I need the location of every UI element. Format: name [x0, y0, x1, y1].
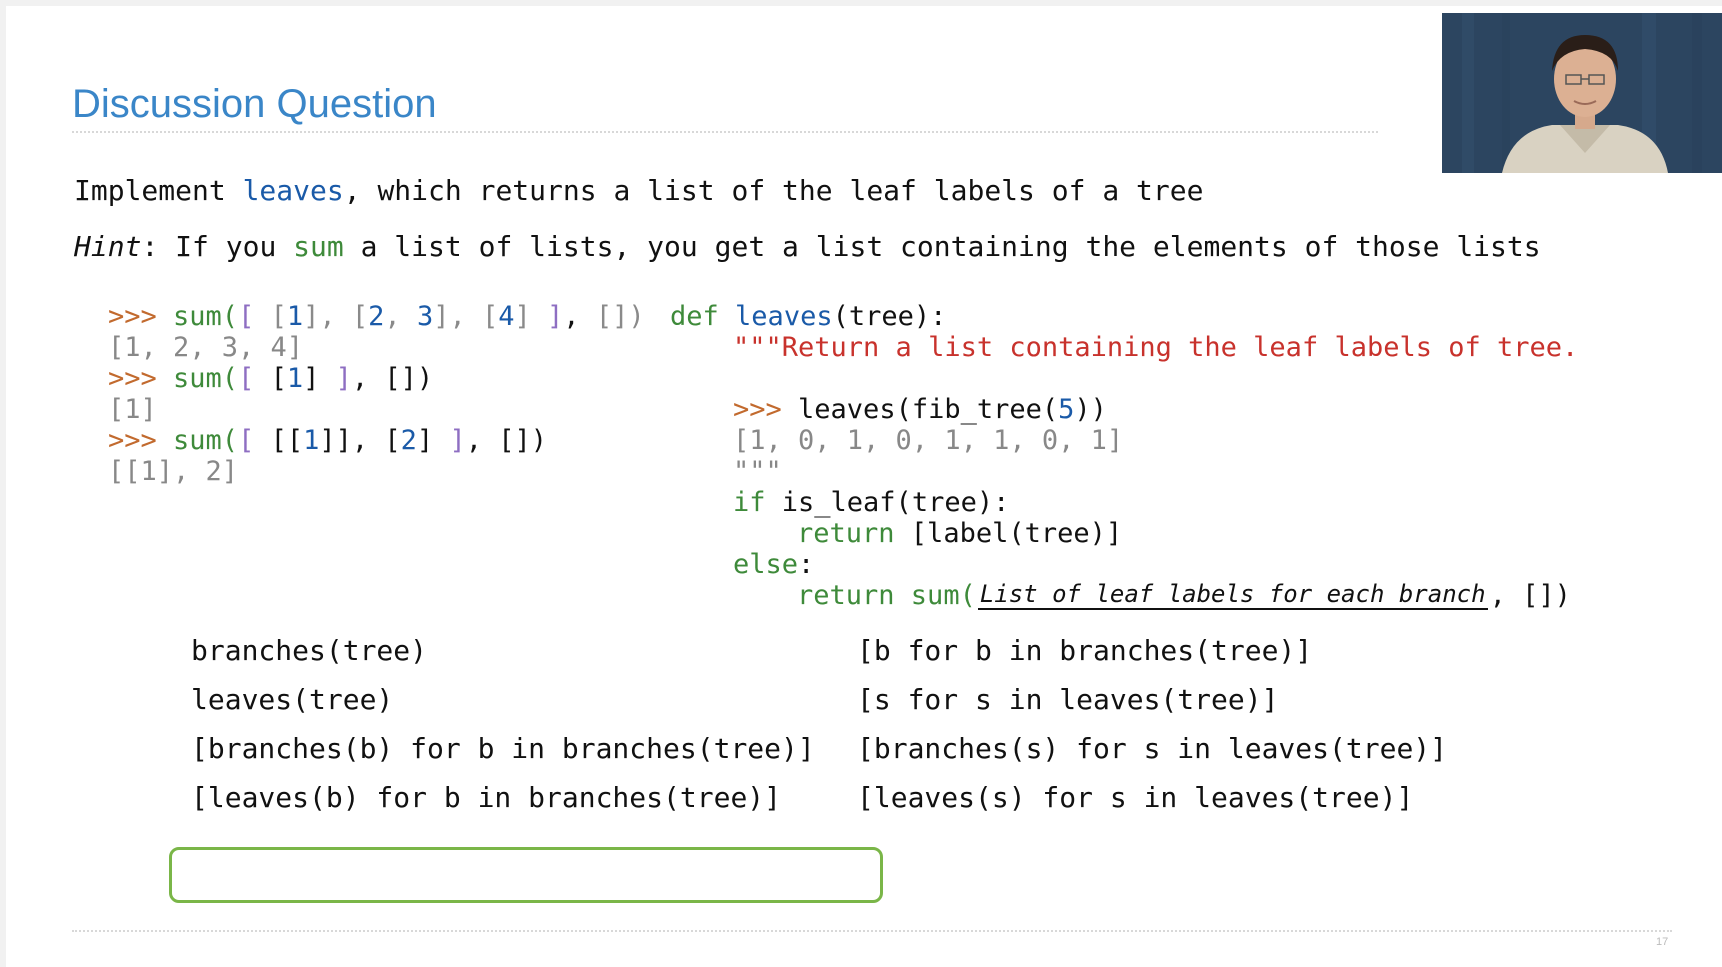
empty-list: []: [498, 425, 531, 456]
function-params: (tree):: [832, 301, 947, 332]
doctest-call-post: )): [1074, 394, 1107, 425]
example-output-2: [1]: [108, 394, 157, 425]
example-call-1: >>> sum([ [1], [2, 3], [4] ], []): [108, 301, 645, 332]
hint-label: Hint: [74, 230, 142, 263]
choice-left-1: branches(tree): [191, 634, 428, 667]
bracket: ]: [416, 425, 450, 456]
sum-call: sum(: [156, 425, 239, 456]
bracket: ],: [303, 301, 352, 332]
empty-list: []: [595, 301, 629, 332]
bracket: ]],: [319, 425, 385, 456]
bracket: ]: [514, 301, 548, 332]
else-keyword: else: [733, 549, 799, 580]
if-condition: is_leaf(tree):: [765, 487, 1010, 518]
return-tail: , []): [1489, 580, 1571, 611]
bracket: [: [351, 301, 369, 332]
webcam-video: [1442, 13, 1722, 173]
sum-call: sum(: [894, 580, 976, 611]
bracket: [: [481, 301, 499, 332]
function-signature: def leaves(tree):: [670, 301, 946, 332]
choice-left-3: [branches(b) for b in branches(tree)]: [191, 732, 815, 765]
separator: ,: [563, 301, 596, 332]
task-text-post: , which returns a list of the leaf label…: [343, 174, 1204, 207]
return-sum: return sum(List of leaf labels for each …: [797, 580, 1571, 611]
page-number: 17: [1656, 936, 1669, 948]
number: 3: [416, 301, 434, 332]
docstring-close: """: [733, 456, 782, 487]
repl-prompt: >>>: [108, 301, 157, 332]
hint-text-post: a list of lists, you get a list containi…: [343, 230, 1541, 263]
number: 1: [303, 425, 320, 456]
hint-text-pre: : If you: [141, 230, 294, 263]
doctest-call-pre: leaves(fib_tree(: [781, 394, 1059, 425]
title-divider: [72, 131, 1378, 133]
number: 2: [368, 301, 385, 332]
repl-prompt: >>>: [108, 363, 157, 394]
number: 1: [286, 301, 304, 332]
bracket: ]: [303, 363, 336, 394]
number: 5: [1058, 394, 1075, 425]
choice-right-1: [b for b in branches(tree)]: [857, 634, 1313, 667]
example-output-3: [[1], 2]: [108, 456, 239, 487]
example-output-1: [1, 2, 3, 4]: [108, 332, 304, 363]
docstring-first-line: """Return a list containing the leaf lab…: [733, 332, 1579, 363]
slide-title: Discussion Question: [72, 82, 437, 126]
bracket: ]: [547, 301, 564, 332]
sum-call: sum(: [156, 301, 239, 332]
paren: ): [628, 301, 645, 332]
bracket: [[: [270, 425, 304, 456]
footer-divider: [72, 930, 1672, 932]
task-function-name: leaves: [242, 174, 344, 207]
bracket: ],: [433, 301, 482, 332]
bracket: [: [238, 301, 271, 332]
def-keyword: def: [670, 301, 719, 332]
choice-left-2: leaves(tree): [191, 683, 394, 716]
empty-list: []: [384, 363, 417, 394]
doctest-call: >>> leaves(fib_tree(5)): [733, 394, 1107, 425]
fill-in-blank: List of leaf labels for each branch: [977, 580, 1488, 610]
else-statement: else:: [733, 549, 814, 580]
separator: ,: [465, 425, 499, 456]
separator: ,: [351, 363, 385, 394]
choice-left-4: [leaves(b) for b in branches(tree)]: [191, 781, 782, 814]
bracket: [: [238, 363, 271, 394]
number: 1: [286, 363, 304, 394]
repl-prompt: >>>: [108, 425, 157, 456]
example-call-3: >>> sum([ [[1]], [2] ], []): [108, 425, 547, 456]
number: 4: [498, 301, 515, 332]
task-description: Implement leaves, which returns a list o…: [74, 174, 1203, 207]
repl-prompt: >>>: [733, 394, 782, 425]
choice-right-4: [leaves(s) for s in leaves(tree)]: [857, 781, 1414, 814]
return-keyword: return: [797, 580, 895, 611]
choice-right-3: [branches(s) for s in leaves(tree)]: [857, 732, 1448, 765]
example-call-2: >>> sum([ [1] ], []): [108, 363, 433, 394]
separator: ,: [384, 301, 417, 332]
if-statement: if is_leaf(tree):: [733, 487, 1009, 518]
return-keyword: return: [797, 518, 895, 549]
choice-right-2: [s for s in leaves(tree)]: [857, 683, 1279, 716]
presenter-image: [1442, 13, 1722, 173]
bracket: [: [384, 425, 401, 456]
sum-call: sum(: [156, 363, 239, 394]
bracket: [: [238, 425, 271, 456]
paren: ): [416, 363, 434, 394]
bracket: [: [270, 301, 287, 332]
number: 2: [400, 425, 417, 456]
hint-function-name: sum: [293, 230, 344, 263]
function-name: leaves: [735, 301, 833, 332]
return-value: [label(tree)]: [894, 518, 1123, 549]
slide: Discussion Question Implement leaves, wh…: [6, 6, 1722, 967]
paren: ): [530, 425, 547, 456]
selected-answer-highlight: [169, 847, 883, 903]
else-colon: :: [798, 549, 815, 580]
task-text-pre: Implement: [74, 174, 243, 207]
if-keyword: if: [733, 487, 766, 518]
doctest-output: [1, 0, 1, 0, 1, 1, 0, 1]: [733, 425, 1124, 456]
bracket: [: [270, 363, 287, 394]
return-leaf: return [label(tree)]: [797, 518, 1122, 549]
bracket: ]: [449, 425, 466, 456]
hint-line: Hint: If you sum a list of lists, you ge…: [74, 230, 1541, 263]
bracket: ]: [335, 363, 352, 394]
